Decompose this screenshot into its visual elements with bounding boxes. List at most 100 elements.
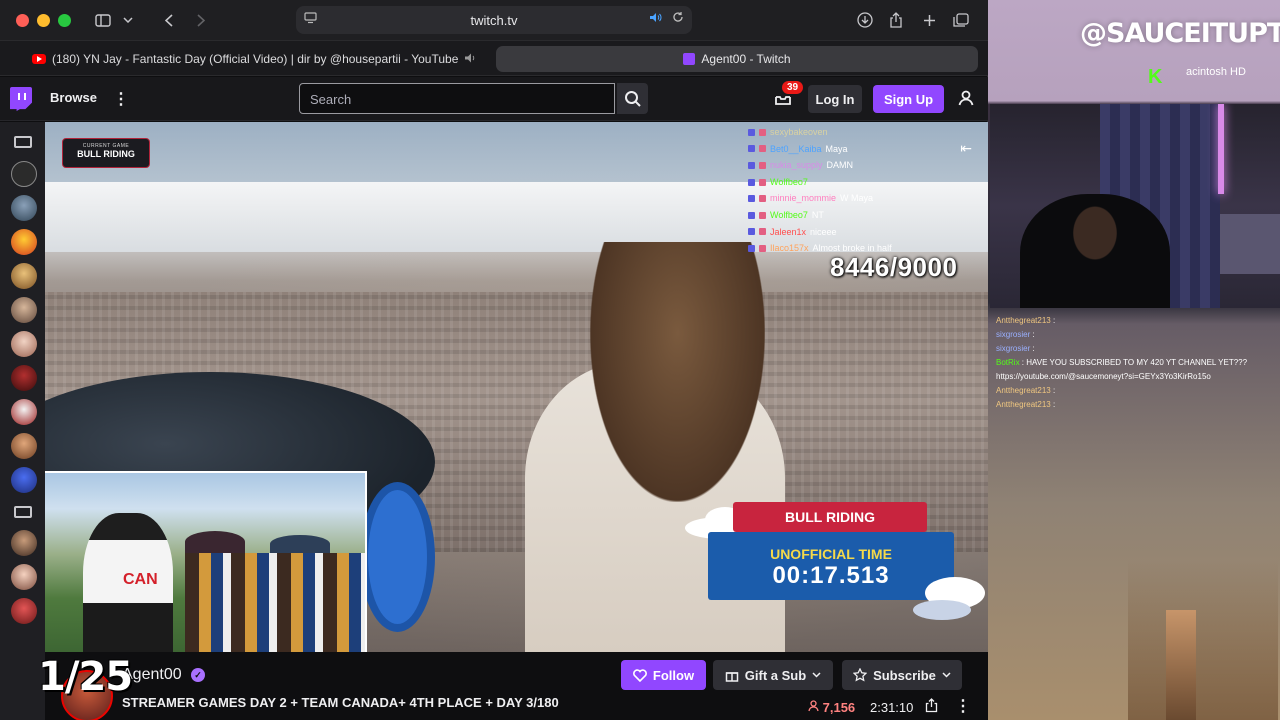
kick-logo-icon: K <box>1148 66 1163 88</box>
search-button[interactable] <box>617 83 648 114</box>
followed-channels-sidebar <box>0 122 45 720</box>
current-game-name: BULL RIDING <box>77 149 135 159</box>
sidebar-toggle-icon[interactable] <box>94 8 112 32</box>
channel-avatar[interactable] <box>11 297 37 323</box>
background-cityscape <box>1128 560 1278 720</box>
channel-avatar[interactable] <box>11 467 37 493</box>
cloud-graphic <box>913 600 971 620</box>
heart-icon <box>633 668 647 682</box>
tab-audio-icon[interactable] <box>464 53 476 66</box>
tab-label: Agent00 - Twitch <box>701 52 791 66</box>
pip-crowd <box>185 553 365 652</box>
recommended-channels-icon[interactable] <box>14 506 32 518</box>
chat-overlay-line: sexybakeoven <box>748 124 988 141</box>
search-icon <box>624 90 641 107</box>
gift-sub-button[interactable]: Gift a Sub <box>713 660 833 690</box>
subscribe-button[interactable]: Subscribe <box>842 660 962 690</box>
chat-overlay: sexybakeoven Bet0__Kaiba Maya nukia_suppl… <box>748 124 988 254</box>
tab-twitch[interactable]: Agent00 - Twitch <box>496 46 978 72</box>
stream-overlay-panel: @SAUCEITUPTV K acintosh HD Antthegreat21… <box>988 0 1280 720</box>
chevron-down-icon[interactable] <box>120 8 136 32</box>
video-person-hair <box>590 242 765 502</box>
chat-overlay-line: Wolfbeo7 NT <box>748 207 988 224</box>
subscribe-label: Subscribe <box>873 667 936 683</box>
progress-counter: 8446/9000 <box>830 252 958 282</box>
more-options-icon[interactable]: ⋮ <box>113 89 129 109</box>
close-window-button[interactable] <box>16 13 29 27</box>
chat-line: Antthegreat213 : <box>996 316 1056 325</box>
verified-icon: ✓ <box>191 668 205 682</box>
viewer-count-value: 7,156 <box>822 700 856 715</box>
channel-avatar[interactable] <box>11 161 37 187</box>
address-text[interactable]: twitch.tv <box>471 13 518 28</box>
chevron-down-icon <box>812 672 821 678</box>
desktop-drive-label[interactable]: acintosh HD <box>1186 66 1246 78</box>
share-icon[interactable] <box>886 8 906 32</box>
chat-line: Antthegreat213 : <box>996 386 1056 395</box>
channel-avatar[interactable] <box>11 195 37 221</box>
address-bar[interactable]: twitch.tv <box>296 6 692 34</box>
twitch-tab-icon <box>683 53 696 65</box>
star-icon <box>853 668 868 682</box>
channel-avatar[interactable] <box>11 530 37 556</box>
channel-avatar[interactable] <box>11 433 37 459</box>
channel-avatar[interactable] <box>11 598 37 624</box>
video-ring <box>360 482 435 632</box>
twitch-logo-icon[interactable] <box>10 87 32 111</box>
gift-icon <box>725 672 739 682</box>
video-player[interactable]: CURRENT GAME BULL RIDING sexybakeoven Be… <box>45 122 988 652</box>
collapse-chat-icon[interactable]: ⇤ <box>960 140 972 157</box>
browser-titlebar: twitch.tv <box>0 0 988 40</box>
chat-overlay-line: Jaleen1x niceee <box>748 224 988 241</box>
signup-button[interactable]: Sign Up <box>873 85 944 113</box>
webcam-person <box>1020 194 1170 308</box>
page-settings-icon[interactable] <box>304 12 318 26</box>
tab-label: (180) YN Jay - Fantastic Day (Official V… <box>52 52 459 66</box>
channel-avatar[interactable] <box>11 229 37 255</box>
overlay-counter: 1/25 <box>38 654 133 700</box>
more-options-icon[interactable]: ⋮ <box>955 696 971 716</box>
follow-label: Follow <box>652 667 695 683</box>
chat-overlay-line: minnie_mommie W Maya <box>748 190 988 207</box>
chat-overlay-line: nukia_supply DAMN <box>748 157 988 174</box>
forward-button[interactable] <box>192 8 210 32</box>
chat-line: BotRix : HAVE YOU SUBSCRIBED TO MY 420 Y… <box>996 358 1248 367</box>
pip-umbrella <box>270 535 330 553</box>
channel-avatar[interactable] <box>11 564 37 590</box>
browse-link[interactable]: Browse <box>50 90 97 105</box>
youtube-icon <box>32 54 46 64</box>
gift-label: Gift a Sub <box>744 667 807 683</box>
tab-overview-icon[interactable] <box>951 8 971 32</box>
tab-youtube[interactable]: (180) YN Jay - Fantastic Day (Official V… <box>32 49 492 69</box>
chat-overlay-line: Bet0__Kaiba Maya <box>748 141 988 158</box>
zoom-window-button[interactable] <box>58 13 71 27</box>
audio-playing-icon[interactable] <box>649 12 662 26</box>
user-menu-icon[interactable] <box>957 89 975 107</box>
login-button[interactable]: Log In <box>808 85 862 113</box>
browser-window: twitch.tv (180) YN Jay - Fantastic Day (… <box>0 0 988 720</box>
chat-line: Antthegreat213 : <box>996 400 1056 409</box>
viewers-icon <box>808 700 819 712</box>
downloads-icon[interactable] <box>855 8 875 32</box>
stream-uptime: 2:31:10 <box>870 700 914 715</box>
unofficial-time-box: UNOFFICIAL TIME 00:17.513 <box>708 532 954 600</box>
channel-avatar[interactable] <box>11 399 37 425</box>
channel-avatar[interactable] <box>11 263 37 289</box>
chat-line: sixgrosier : <box>996 344 1035 353</box>
new-tab-icon[interactable] <box>919 8 939 32</box>
tab-bar: (180) YN Jay - Fantastic Day (Official V… <box>0 40 988 76</box>
channel-avatar[interactable] <box>11 331 37 357</box>
twitch-top-nav: Browse ⋮ Search 39 Log In Sign Up <box>0 77 988 121</box>
share-icon[interactable] <box>925 698 938 716</box>
event-banner: BULL RIDING <box>733 502 927 532</box>
background-tower <box>1166 610 1196 720</box>
back-button[interactable] <box>160 8 178 32</box>
follow-button[interactable]: Follow <box>621 660 706 690</box>
channel-avatar[interactable] <box>11 365 37 391</box>
reload-icon[interactable] <box>672 11 684 26</box>
webcam-led-light <box>1218 104 1224 194</box>
pip-umbrella <box>185 531 245 553</box>
followed-channels-icon[interactable] <box>14 136 32 148</box>
minimize-window-button[interactable] <box>37 13 50 27</box>
search-input[interactable]: Search <box>299 83 615 114</box>
